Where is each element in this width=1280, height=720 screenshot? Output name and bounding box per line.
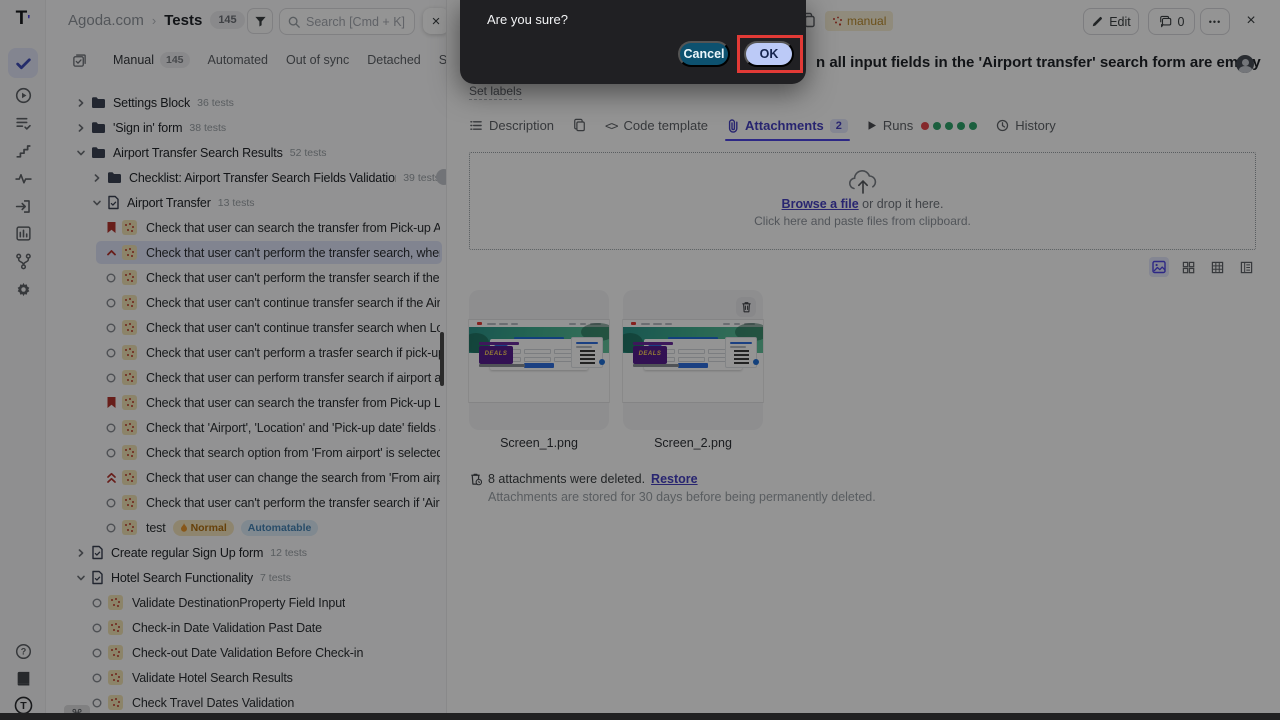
- modal-backdrop[interactable]: [0, 0, 1280, 720]
- app-window: T' ?: [0, 0, 1280, 720]
- cancel-button[interactable]: Cancel: [678, 41, 730, 67]
- annotation-highlight-box: [737, 35, 803, 73]
- confirm-message: Are you sure?: [487, 12, 568, 27]
